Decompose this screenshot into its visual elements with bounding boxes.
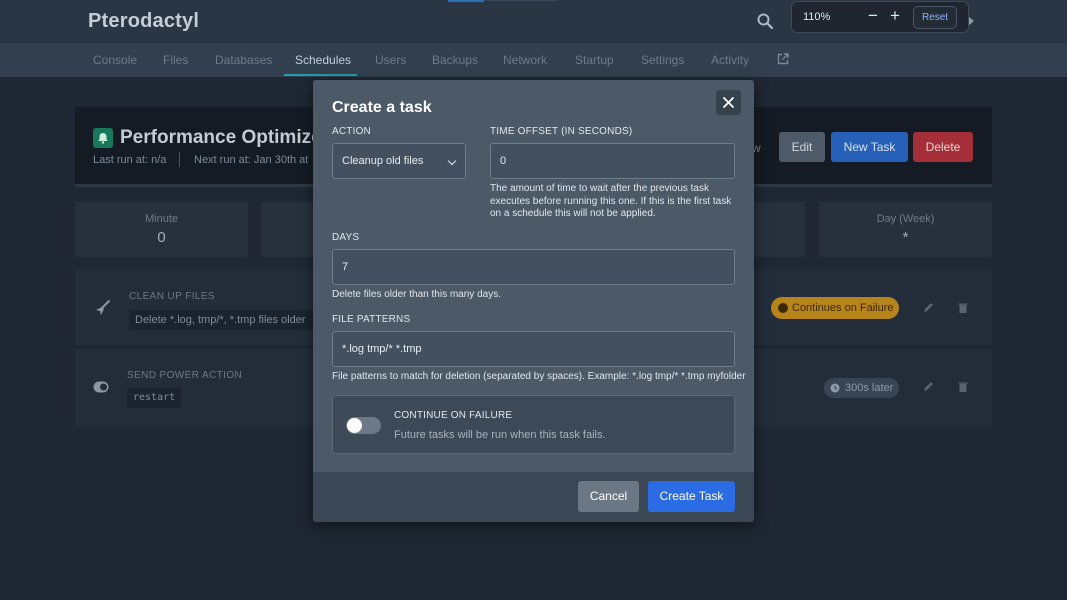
delete-button[interactable]: Delete [913, 132, 973, 162]
file-patterns-help: File patterns to match for deletion (sep… [332, 371, 746, 382]
pencil-icon[interactable] [922, 302, 934, 314]
tab-databases[interactable]: Databases [215, 53, 272, 67]
tab-backups[interactable]: Backups [432, 53, 478, 67]
warning-icon [778, 303, 788, 313]
zoom-out-button[interactable]: − [868, 6, 878, 26]
status-badge: 300s later [824, 378, 899, 398]
bell-icon [93, 128, 113, 148]
toggle-knob [347, 418, 362, 433]
trash-icon[interactable] [957, 302, 969, 314]
continue-on-failure-title: CONTINUE ON FAILURE [394, 410, 513, 421]
days-help: Delete files older than this many days. [332, 289, 501, 300]
days-label: DAYS [332, 232, 360, 243]
status-badge-label: 300s later [845, 382, 894, 394]
action-select[interactable]: Cleanup old files [332, 143, 466, 179]
status-badge-label: Continues on Failure [792, 302, 894, 314]
tab-activity[interactable]: Activity [711, 53, 749, 67]
chevron-down-icon [447, 156, 457, 166]
continue-on-failure-description: Future tasks will be run when this task … [394, 429, 606, 441]
continue-on-failure-toggle[interactable] [346, 417, 381, 434]
tab-schedules[interactable]: Schedules [295, 53, 351, 67]
task-detail: restart [127, 388, 182, 408]
file-patterns-input[interactable]: *.log tmp/* *.tmp [332, 331, 735, 367]
edit-button[interactable]: Edit [779, 132, 825, 162]
action-select-value: Cleanup old files [342, 155, 424, 167]
action-label: ACTION [332, 126, 371, 137]
tab-startup[interactable]: Startup [575, 53, 614, 67]
create-task-button[interactable]: Create Task [648, 481, 735, 512]
tab-console[interactable]: Console [93, 53, 137, 67]
close-icon [723, 97, 734, 108]
time-offset-input[interactable]: 0 [490, 143, 735, 179]
modal-title: Create a task [332, 99, 432, 116]
cron-value: 0 [157, 229, 166, 246]
schedule-title: Performance Optimizer [120, 127, 330, 148]
active-tab-indicator [284, 74, 357, 76]
last-run-text: Last run at: n/a [93, 154, 167, 166]
trash-icon[interactable] [957, 381, 969, 393]
new-task-button[interactable]: New Task [831, 132, 908, 162]
status-badge: Continues on Failure [771, 297, 899, 319]
brand-logo[interactable]: Pterodactyl [88, 10, 199, 33]
cron-hour-box [261, 202, 313, 257]
external-link-icon[interactable] [777, 53, 789, 65]
create-task-modal: Create a task ACTION Cleanup old files T… [313, 80, 754, 522]
top-accent-line-2 [486, 0, 558, 1]
pencil-icon[interactable] [922, 381, 934, 393]
cron-dayweek-box: Day (Week) * [819, 202, 992, 257]
cron-minute-box: Minute 0 [75, 202, 248, 257]
task-title: SEND POWER ACTION [127, 370, 243, 381]
cron-month-box [754, 202, 805, 257]
next-run-text: Next run at: Jan 30th at [194, 154, 309, 166]
task-title: CLEAN UP FILES [129, 291, 216, 302]
tab-settings[interactable]: Settings [641, 53, 684, 67]
cron-label: Day (Week) [876, 213, 935, 225]
zoom-level: 110% [803, 11, 831, 23]
file-patterns-label: FILE PATTERNS [332, 314, 411, 325]
zoom-in-button[interactable]: + [890, 6, 900, 26]
cancel-button[interactable]: Cancel [578, 481, 639, 512]
search-icon[interactable] [757, 13, 773, 29]
cron-value: * [902, 229, 909, 246]
close-button[interactable] [716, 90, 741, 115]
toggle-icon [93, 381, 109, 393]
tab-users[interactable]: Users [375, 53, 406, 67]
divider [179, 152, 180, 167]
zoom-popup: 110% − + Reset [791, 1, 969, 33]
cron-label: Minute [144, 213, 179, 225]
task-detail: Delete *.log, tmp/*, *.tmp files older [129, 310, 313, 330]
tab-files[interactable]: Files [163, 53, 188, 67]
broom-icon [96, 300, 110, 315]
time-offset-help: The amount of time to wait after the pre… [490, 183, 732, 219]
days-input[interactable]: 7 [332, 249, 735, 285]
clock-icon [830, 383, 840, 393]
continue-on-failure-box: CONTINUE ON FAILURE Future tasks will be… [332, 395, 735, 454]
time-offset-label: TIME OFFSET (IN SECONDS) [490, 126, 633, 137]
tab-network[interactable]: Network [503, 53, 547, 67]
zoom-reset-button[interactable]: Reset [913, 6, 957, 29]
top-accent-line [448, 0, 484, 2]
